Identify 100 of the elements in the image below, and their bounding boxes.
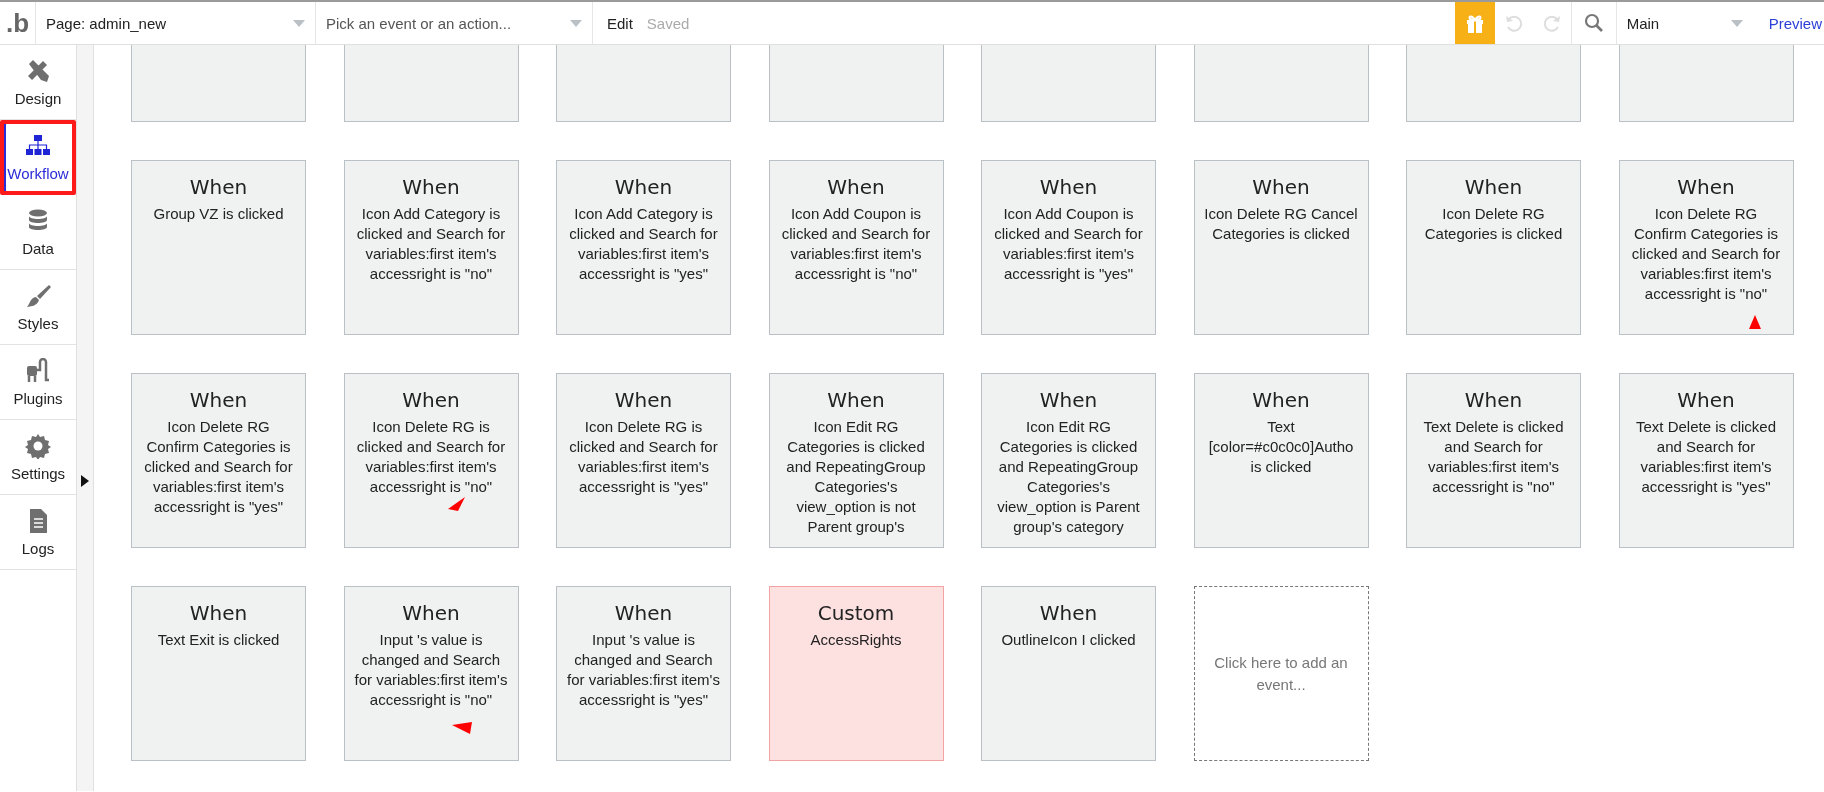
event-card[interactable]: When Input 's value is changed and Search for variables:first item's accessright is "no" xyxy=(343,586,519,761)
event-description: Icon Add Category is clicked and Search for variables:first item's accessright is "yes" xyxy=(568,204,719,284)
annotation-arrow-icon xyxy=(451,722,472,734)
event-type: When xyxy=(401,175,461,199)
event-type: When xyxy=(401,388,461,412)
plug-icon xyxy=(25,357,51,384)
event-description: Group VZ is clicked xyxy=(152,204,285,224)
event-card[interactable]: When Icon Delete RG Cancel Categories is clicked xyxy=(1193,160,1369,335)
event-card[interactable]: When Icon Delete RG Confirm Categories is clicked and Search for variables:first item's accessright is "yes" xyxy=(131,373,306,548)
event-description: Text Exit is clicked xyxy=(156,630,281,650)
dropdown-caret-icon xyxy=(1730,19,1743,27)
custom-event-card[interactable]: Custom AccessRights xyxy=(768,586,944,761)
annotation-arrow-icon xyxy=(1748,315,1761,329)
event-type: When xyxy=(188,175,249,199)
event-card[interactable]: When Icon Delete RG is clicked and Search for variables:first item's accessright is "yes" xyxy=(556,373,731,548)
event-card[interactable] xyxy=(1618,45,1794,122)
event-card[interactable]: When Icon Add Coupon is clicked and Search for variables:first item's accessright is "yes" xyxy=(981,160,1156,335)
redo-icon[interactable] xyxy=(1541,13,1562,33)
event-card[interactable] xyxy=(131,45,306,122)
sidebar-tab[interactable]: Settings xyxy=(0,420,76,495)
event-card[interactable]: When Icon Delete RG Categories is clicked xyxy=(1406,160,1581,335)
event-description: AccessRights xyxy=(809,630,903,650)
event-description: Text Delete is clicked and Search for variables:first item's accessright is "no" xyxy=(1422,417,1565,497)
event-card[interactable]: When Icon Add Coupon is clicked and Search for variables:first item's accessright is "no" xyxy=(768,160,944,335)
event-card[interactable] xyxy=(768,45,944,122)
sidebar-tab[interactable]: Plugins xyxy=(0,345,76,420)
view-dropdown[interactable]: Main xyxy=(1616,2,1753,44)
event-description: Icon Add Coupon is clicked and Search for variables:first item's accessright is "no" xyxy=(780,204,932,284)
event-description: Icon Edit RG Categories is clicked and RepeatingGroup Categories's view_option is not Parent group's xyxy=(785,417,927,537)
event-description: Icon Add Category is clicked and Search for variables:first item's accessright is "no" xyxy=(355,204,507,284)
event-type: When xyxy=(1038,175,1099,199)
settings-icon xyxy=(25,432,51,459)
event-card[interactable]: When Text Delete is clicked and Search for variables:first item's accessright is "yes" xyxy=(1618,373,1794,548)
dropdown-caret-icon xyxy=(570,19,582,27)
event-card[interactable] xyxy=(1406,45,1581,122)
event-type: When xyxy=(1676,388,1736,412)
add-event-button[interactable]: Click here to add an event... xyxy=(1193,586,1369,761)
event-type: When xyxy=(613,601,674,625)
brush-icon xyxy=(25,282,51,309)
event-card[interactable]: When Icon Delete RG Confirm Categories is clicked and Search for variables:first item's accessright is "no" xyxy=(1618,160,1794,335)
event-card[interactable] xyxy=(343,45,519,122)
event-type: When xyxy=(1038,601,1099,625)
event-description: Text [color=#c0c0c0]Autho is clicked xyxy=(1207,417,1355,477)
event-card[interactable] xyxy=(981,45,1156,122)
save-status: Saved xyxy=(645,13,690,34)
event-type: When xyxy=(401,601,461,625)
edit-menu[interactable]: Edit xyxy=(593,2,641,44)
event-description: Icon Delete RG Confirm Categories is clicked and Search for variables:first item's accessright is "yes" xyxy=(143,417,294,517)
event-description: Icon Delete RG Confirm Categories is clicked and Search for variables:first item's accessright is "no" xyxy=(1630,204,1782,304)
event-card[interactable]: When Icon Edit RG Categories is clicked and RepeatingGroup Categories's view_option is Parent group's category xyxy=(981,373,1156,548)
event-type: When xyxy=(1676,175,1736,199)
event-dropdown[interactable]: Pick an event or an action... xyxy=(316,2,593,44)
sidebar-tab[interactable]: Logs xyxy=(0,495,76,570)
event-description: Input 's value is changed and Search for variables:first item's accessright is "yes" xyxy=(566,630,721,710)
event-description: Icon Delete RG Cancel Categories is clicked xyxy=(1203,204,1359,244)
event-description: Input 's value is changed and Search for variables:first item's accessright is "no" xyxy=(353,630,509,710)
gift-button[interactable] xyxy=(1454,2,1495,44)
event-card[interactable] xyxy=(1193,45,1369,122)
event-card[interactable]: When Input 's value is changed and Search for variables:first item's accessright is "yes" xyxy=(556,586,731,761)
dropdown-caret-icon xyxy=(293,19,305,27)
expand-arrow-icon[interactable] xyxy=(81,475,89,487)
event-type: When xyxy=(1463,388,1524,412)
sidebar-tab[interactable]: Data xyxy=(0,195,76,270)
event-type: When xyxy=(613,388,674,412)
page-dropdown[interactable]: Page: admin_new xyxy=(36,2,316,44)
event-description: Icon Delete RG is clicked and Search for variables:first item's accessright is "yes" xyxy=(568,417,719,497)
sidebar-tab[interactable]: Workflow xyxy=(0,120,76,195)
event-card[interactable]: When OutlineIcon I clicked xyxy=(981,586,1156,761)
event-card[interactable] xyxy=(556,45,731,122)
event-type: Custom xyxy=(816,601,896,625)
event-type: When xyxy=(1251,388,1311,412)
event-description: Icon Edit RG Categories is clicked and RepeatingGroup Categories's view_option is Parent group's category xyxy=(996,417,1141,537)
event-card[interactable]: When Text Exit is clicked xyxy=(131,586,306,761)
annotation-arrow-icon xyxy=(447,497,465,511)
app-logo[interactable]: .b xyxy=(0,2,36,44)
undo-icon[interactable] xyxy=(1503,13,1524,33)
event-type: When xyxy=(613,175,674,199)
event-type: When xyxy=(188,601,249,625)
event-type: When xyxy=(826,175,886,199)
event-card[interactable]: When Group VZ is clicked xyxy=(131,160,306,335)
event-card[interactable]: When Icon Add Category is clicked and Search for variables:first item's accessright is "no" xyxy=(343,160,519,335)
event-type: When xyxy=(1463,175,1524,199)
search-icon[interactable] xyxy=(1583,13,1604,33)
sidebar-tab[interactable]: Styles xyxy=(0,270,76,345)
event-description: OutlineIcon I clicked xyxy=(1000,630,1137,650)
sidebar-tab[interactable]: Design xyxy=(0,45,76,120)
event-type: When xyxy=(1251,175,1311,199)
preview-link[interactable]: Preview xyxy=(1752,2,1824,44)
event-description: Icon Delete RG Categories is clicked xyxy=(1423,204,1564,244)
event-card[interactable]: When Text Delete is clicked and Search for variables:first item's accessright is "no" xyxy=(1406,373,1581,548)
event-type: When xyxy=(826,388,886,412)
event-card[interactable]: When Text [color=#c0c0c0]Autho is clicked xyxy=(1193,373,1369,548)
event-card[interactable]: When Icon Edit RG Categories is clicked and RepeatingGroup Categories's view_option is not Parent group's xyxy=(768,373,944,548)
event-description: Text Delete is clicked and Search for variables:first item's accessright is "yes" xyxy=(1634,417,1778,497)
event-description: Icon Add Coupon is clicked and Search for variables:first item's accessright is "yes" xyxy=(993,204,1144,284)
event-description: Icon Delete RG is clicked and Search for variables:first item's accessright is "no" xyxy=(355,417,507,497)
event-type: When xyxy=(1038,388,1099,412)
event-type: When xyxy=(188,388,249,412)
event-card[interactable]: When Icon Delete RG is clicked and Search for variables:first item's accessright is "no" xyxy=(343,373,519,548)
event-card[interactable]: When Icon Add Category is clicked and Search for variables:first item's accessright is "yes" xyxy=(556,160,731,335)
